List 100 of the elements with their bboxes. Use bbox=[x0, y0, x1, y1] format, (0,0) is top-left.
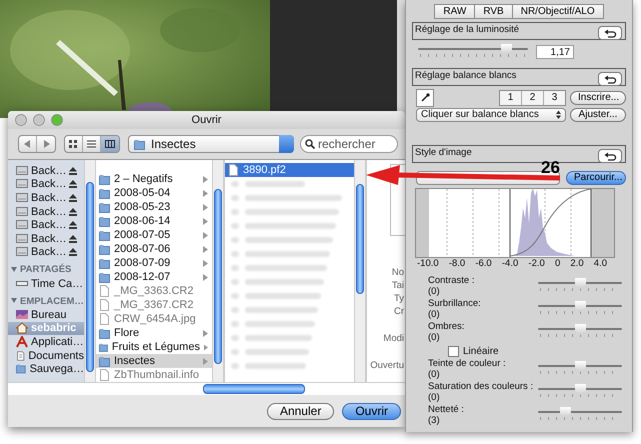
slider-thumb[interactable] bbox=[560, 407, 571, 418]
eject-icon[interactable] bbox=[69, 194, 78, 202]
file-row[interactable]: _MG_3367.CR2 bbox=[96, 298, 212, 312]
sidebar-item[interactable]: Back… bbox=[8, 164, 84, 178]
value-field[interactable]: 1,17 bbox=[536, 44, 574, 58]
adjust-button[interactable]: Ajuster... bbox=[570, 108, 626, 122]
desktop-icon bbox=[16, 308, 28, 321]
file-row[interactable]: _MG_3363.CR2 bbox=[96, 284, 212, 298]
slider-thumb[interactable] bbox=[575, 278, 586, 289]
eject-icon[interactable] bbox=[69, 234, 78, 243]
checkbox[interactable]: Linéaire bbox=[412, 344, 626, 358]
slider-thumb[interactable] bbox=[575, 361, 586, 372]
reset-button[interactable] bbox=[598, 149, 622, 163]
register-button[interactable]: Inscrire... bbox=[570, 90, 626, 104]
info-label: Modi bbox=[383, 332, 404, 345]
eject-icon[interactable] bbox=[69, 208, 78, 216]
reset-button[interactable] bbox=[598, 26, 622, 40]
close-button[interactable] bbox=[15, 114, 27, 126]
drive-icon bbox=[16, 178, 28, 190]
search-field[interactable]: rechercher bbox=[300, 135, 398, 153]
scrollbar-thumb[interactable] bbox=[214, 189, 222, 364]
sidebar-item[interactable]: Back… bbox=[8, 232, 84, 246]
list-icon bbox=[86, 140, 96, 148]
disclosure-triangle-icon[interactable] bbox=[11, 298, 17, 304]
preset-button[interactable]: 2 bbox=[522, 90, 544, 104]
folder-icon bbox=[99, 230, 110, 240]
disclosure-triangle-icon[interactable] bbox=[11, 266, 17, 273]
slider-thumb[interactable] bbox=[575, 384, 586, 395]
slider[interactable] bbox=[538, 384, 622, 399]
drive-icon bbox=[16, 232, 28, 245]
zoom-button[interactable] bbox=[51, 114, 63, 126]
file-row[interactable]: ZbThumbnail.info bbox=[96, 368, 212, 382]
file-row[interactable]: Fruits et Légumes bbox=[96, 340, 212, 354]
view-mode-button[interactable] bbox=[101, 136, 119, 152]
sidebar-item[interactable]: Back… bbox=[8, 191, 84, 205]
scrollbar-thumb[interactable] bbox=[203, 384, 305, 394]
mode-dropdown[interactable]: Cliquer sur balance blancs bbox=[416, 108, 566, 122]
cancel-button[interactable]: Annuler bbox=[266, 402, 334, 420]
eject-icon[interactable] bbox=[69, 221, 78, 230]
slider-thumb[interactable] bbox=[501, 44, 512, 55]
slider[interactable] bbox=[538, 324, 622, 339]
folder-icon bbox=[99, 174, 110, 184]
sidebar-item[interactable]: Documents bbox=[8, 348, 84, 362]
browse-button[interactable]: Parcourir... bbox=[566, 170, 626, 184]
file-row[interactable]: 2008-06-14 bbox=[96, 214, 212, 228]
house-icon bbox=[16, 322, 28, 334]
sidebar-item[interactable]: Bureau bbox=[8, 308, 84, 322]
minimize-button[interactable] bbox=[33, 114, 45, 126]
view-switcher[interactable] bbox=[64, 135, 120, 153]
eyedropper-button[interactable] bbox=[416, 88, 434, 106]
slider[interactable] bbox=[538, 278, 622, 293]
tab[interactable]: RVB bbox=[474, 4, 512, 19]
file-row[interactable]: 2008-05-04 bbox=[96, 186, 212, 200]
location-popup[interactable]: Insectes bbox=[128, 135, 294, 153]
back-forward-buttons[interactable] bbox=[18, 135, 56, 153]
folder-icon bbox=[99, 258, 110, 268]
file-row[interactable]: 2008-07-05 bbox=[96, 228, 212, 242]
eject-icon[interactable] bbox=[69, 166, 78, 175]
file-row[interactable]: 2008-07-09 bbox=[96, 256, 212, 270]
eject-icon[interactable] bbox=[69, 180, 78, 188]
slider[interactable] bbox=[538, 407, 622, 422]
sidebar-item[interactable]: Back… bbox=[8, 218, 84, 232]
slider[interactable] bbox=[538, 301, 622, 316]
sidebar-item[interactable]: Time Ca… bbox=[8, 276, 84, 290]
file-row[interactable]: 2008-07-06 bbox=[96, 242, 212, 256]
scrollbar-thumb[interactable] bbox=[356, 184, 364, 294]
applications-icon bbox=[16, 336, 28, 348]
file-row[interactable]: 3890.pf2 bbox=[225, 163, 354, 177]
reset-button[interactable] bbox=[598, 72, 622, 86]
adjustment-label: Contraste : bbox=[428, 275, 474, 286]
sidebar-item[interactable]: Back… bbox=[8, 204, 84, 218]
eject-icon[interactable] bbox=[69, 248, 78, 256]
adjustment-value: (0) bbox=[428, 286, 441, 297]
slider-thumb[interactable] bbox=[575, 301, 586, 312]
slider[interactable] bbox=[538, 361, 622, 376]
section-header: Réglage de la luminosité bbox=[412, 22, 626, 40]
file-row[interactable]: 2008-05-23 bbox=[96, 200, 212, 214]
file-row[interactable]: Flore bbox=[96, 326, 212, 340]
sidebar-item[interactable]: Sauvega… bbox=[8, 362, 84, 376]
sidebar-item[interactable]: Back… bbox=[8, 246, 84, 260]
file-row[interactable]: CRW_6454A.jpg bbox=[96, 312, 212, 326]
slider-thumb[interactable] bbox=[575, 324, 586, 335]
slider[interactable] bbox=[418, 44, 528, 59]
file-row[interactable]: 2 – Negatifs bbox=[96, 172, 212, 186]
grid-icon bbox=[68, 140, 78, 148]
undo-icon bbox=[604, 152, 616, 160]
tab[interactable]: RAW bbox=[434, 4, 474, 19]
sidebar-section-header[interactable]: EMPLACEM… bbox=[8, 294, 84, 308]
file-row[interactable]: Insectes bbox=[96, 354, 212, 368]
tab[interactable]: NR/Objectif/ALO bbox=[512, 4, 604, 19]
sidebar-item[interactable]: Applicati… bbox=[8, 335, 84, 349]
sidebar-section-header[interactable]: PARTAGÉS bbox=[8, 263, 84, 277]
open-button[interactable]: Ouvrir bbox=[342, 402, 401, 420]
scrollbar-thumb[interactable] bbox=[86, 182, 94, 372]
preset-button[interactable]: 3 bbox=[544, 90, 565, 104]
adjustment-value: (3) bbox=[428, 415, 441, 426]
preset-button[interactable]: 1 bbox=[500, 90, 522, 104]
file-row[interactable]: 2008-12-07 bbox=[96, 270, 212, 284]
sidebar-item[interactable]: Back… bbox=[8, 178, 84, 192]
folder-icon bbox=[99, 216, 110, 226]
